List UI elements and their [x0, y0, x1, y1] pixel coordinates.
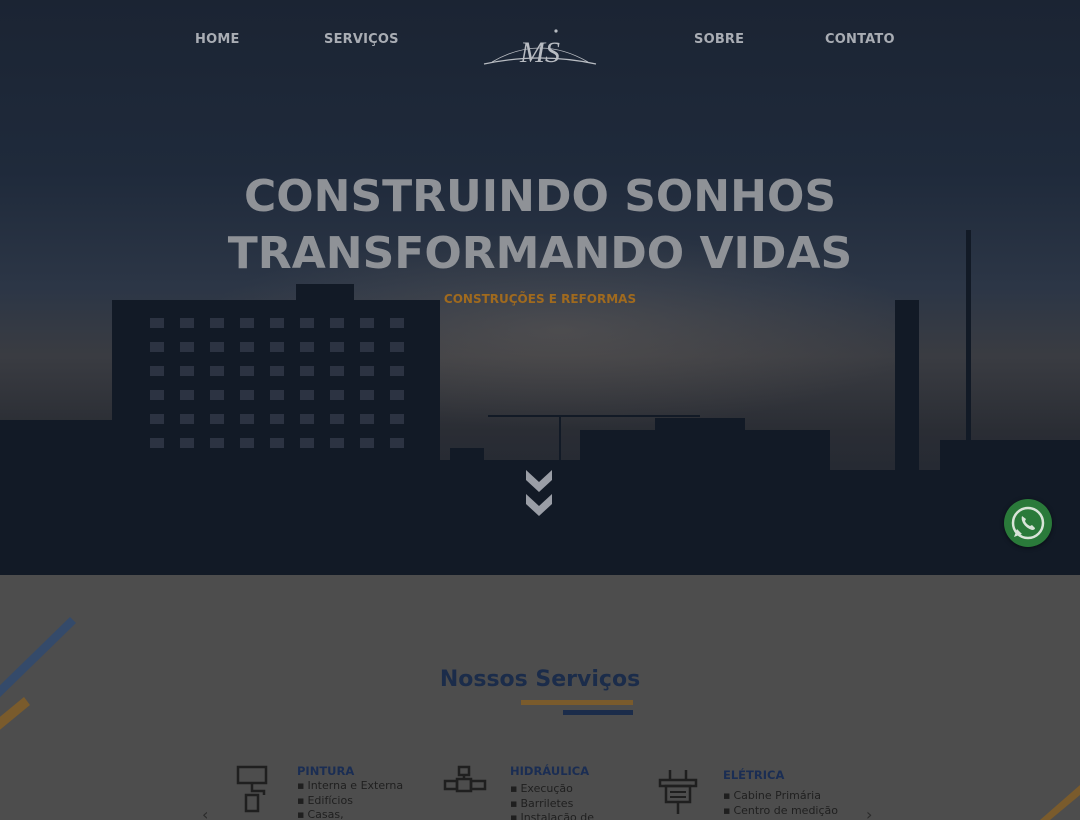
hero-headline: CONSTRUINDO SONHOS TRANSFORMANDO VIDAS — [0, 168, 1080, 282]
list-item: Edifícios — [297, 794, 403, 809]
list-item: Cabine Primária — [723, 789, 838, 804]
pipe-icon — [443, 765, 487, 793]
carousel-next-icon[interactable]: › — [866, 805, 872, 820]
nav-item-home[interactable]: HOME — [195, 32, 240, 47]
list-item: Instalação de — [510, 811, 594, 820]
whatsapp-button[interactable] — [1004, 499, 1052, 547]
hero-section: HOME SERVIÇOS SOBRE CONTATO MS CONSTRUIN… — [0, 0, 1080, 575]
nav-item-sobre[interactable]: SOBRE — [694, 32, 744, 47]
double-chevron-down-icon[interactable] — [523, 468, 555, 520]
service-title-eletrica: ELÉTRICA — [723, 768, 785, 782]
service-title-hidraulica: HIDRÁULICA — [510, 764, 590, 778]
hero-headline-line-2: TRANSFORMANDO VIDAS — [227, 228, 853, 279]
hero-headline-line-1: CONSTRUINDO SONHOS — [243, 171, 837, 222]
service-list-pintura: Interna e Externa Edifícios Casas, — [297, 779, 403, 820]
list-item: Casas, — [297, 808, 403, 820]
electric-plug-icon — [658, 770, 698, 814]
logo-text: MS — [519, 36, 560, 69]
hero-subheadline: CONSTRUÇÕES E REFORMAS — [443, 292, 637, 306]
carousel-prev-icon[interactable]: ‹ — [202, 805, 208, 820]
title-underline-navy — [563, 710, 633, 715]
nav-item-contato[interactable]: CONTATO — [825, 32, 895, 47]
services-title: Nossos Serviços — [439, 667, 641, 692]
ms-logo[interactable]: MS — [482, 24, 598, 72]
title-underline-orange — [521, 700, 633, 705]
whatsapp-icon — [1011, 506, 1045, 540]
list-item: Barriletes — [510, 797, 594, 812]
service-title-pintura: PINTURA — [297, 764, 355, 778]
list-item: Execução — [510, 782, 594, 797]
service-list-hidraulica: Execução Barriletes Instalação de — [510, 782, 594, 820]
nav-item-servicos[interactable]: SERVIÇOS — [324, 32, 399, 47]
paint-roller-icon — [236, 765, 268, 813]
list-item: Centro de medição — [723, 804, 838, 819]
service-list-eletrica: Cabine Primária Centro de medição — [723, 789, 838, 818]
list-item: Interna e Externa — [297, 779, 403, 794]
services-section: Nossos Serviços PINTURA Interna e Extern… — [0, 575, 1080, 820]
